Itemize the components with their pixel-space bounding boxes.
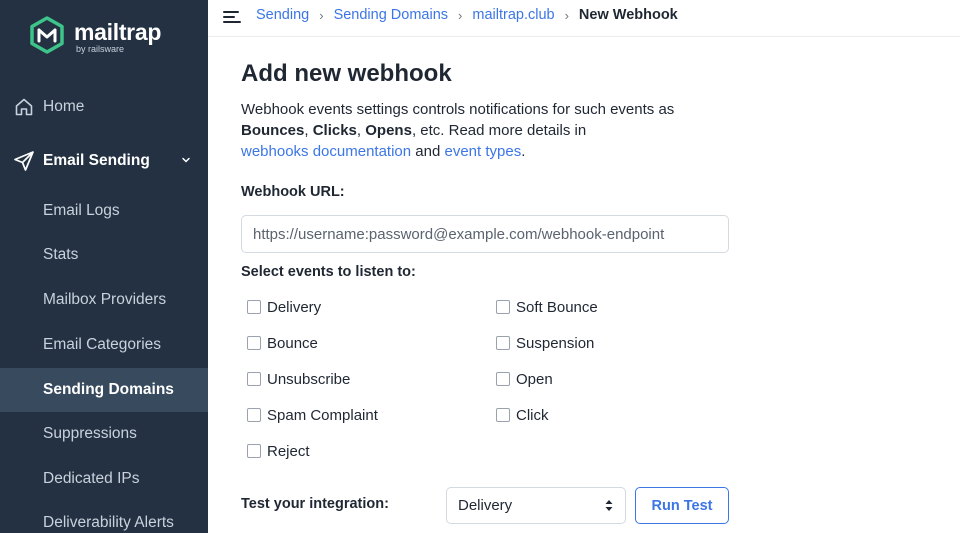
sidebar-item-deliverability-alerts[interactable]: Deliverability Alerts	[0, 501, 208, 533]
event-unsubscribe-checkbox[interactable]: Unsubscribe	[247, 369, 350, 389]
event-spam-complaint-checkbox[interactable]: Spam Complaint	[247, 405, 378, 425]
breadcrumb-sending[interactable]: Sending	[256, 7, 309, 23]
event-delivery-checkbox[interactable]: Delivery	[247, 297, 321, 317]
sidebar-item-suppressions[interactable]: Suppressions	[0, 412, 208, 456]
run-test-button[interactable]: Run Test	[635, 487, 729, 524]
checkbox-label: Delivery	[267, 298, 322, 316]
sidebar-item-home[interactable]: Home	[0, 87, 208, 127]
desc-text: Webhook events settings controls notific…	[241, 101, 675, 118]
checkbox-box[interactable]	[496, 336, 510, 350]
checkbox-box[interactable]	[247, 408, 261, 422]
desc-text: .	[521, 143, 526, 160]
checkbox-box[interactable]	[247, 336, 261, 350]
desc-text: ,	[356, 122, 366, 139]
desc-opens: Opens	[365, 122, 412, 139]
event-soft-bounce-checkbox[interactable]: Soft Bounce	[496, 297, 598, 317]
checkbox-box[interactable]	[496, 372, 510, 386]
chevron-down-icon[interactable]	[180, 153, 192, 171]
test-integration-label: Test your integration:	[241, 496, 389, 512]
checkbox-label: Soft Bounce	[516, 298, 598, 316]
checkbox-label: Click	[516, 406, 549, 424]
sidebar-item-stats[interactable]: Stats	[0, 233, 208, 277]
desc-text: , etc. Read more details in	[411, 122, 587, 139]
breadcrumb-separator: ›	[564, 7, 569, 23]
checkbox-label: Open	[516, 370, 553, 388]
desc-text: ,	[304, 122, 313, 139]
event-suspension-checkbox[interactable]: Suspension	[496, 333, 594, 353]
event-bounce-checkbox[interactable]: Bounce	[247, 333, 318, 353]
checkbox-box[interactable]	[496, 408, 510, 422]
checkbox-box[interactable]	[247, 444, 261, 458]
sidebar-item-mailbox-providers[interactable]: Mailbox Providers	[0, 278, 208, 322]
event-reject-checkbox[interactable]: Reject	[247, 441, 310, 461]
checkbox-label: Reject	[267, 442, 310, 460]
select-arrows-icon	[604, 498, 614, 517]
sidebar-item-email-logs[interactable]: Email Logs	[0, 189, 208, 233]
desc-clicks: Clicks	[312, 122, 357, 139]
breadcrumb-current: New Webhook	[578, 7, 678, 23]
logo[interactable]: mailtrap by railsware	[30, 16, 161, 59]
breadcrumb: Sending › Sending Domains › mailtrap.clu…	[256, 7, 678, 23]
checkbox-box[interactable]	[247, 372, 261, 386]
webhook-url-input[interactable]	[241, 215, 729, 253]
webhooks-documentation-link[interactable]: webhooks documentation	[241, 143, 411, 160]
checkbox-label: Unsubscribe	[267, 370, 351, 388]
send-icon	[13, 150, 35, 172]
sidebar-item-dedicated-ips[interactable]: Dedicated IPs	[0, 457, 208, 501]
checkbox-label: Spam Complaint	[267, 406, 378, 424]
checkbox-label: Suspension	[516, 334, 595, 352]
sidebar-item-email-sending[interactable]: Email Sending	[0, 141, 208, 181]
event-open-checkbox[interactable]: Open	[496, 369, 553, 389]
checkbox-box[interactable]	[247, 300, 261, 314]
sidebar-item-label: Email Sending	[43, 152, 150, 169]
home-icon	[13, 96, 35, 118]
breadcrumb-sending-domains[interactable]: Sending Domains	[334, 7, 448, 23]
logo-name: mailtrap	[74, 19, 162, 45]
breadcrumb-domain[interactable]: mailtrap.club	[472, 7, 554, 23]
sidebar: mailtrap by railsware Home Email Sending…	[0, 0, 208, 533]
breadcrumb-separator: ›	[458, 7, 463, 23]
event-types-link[interactable]: event types	[445, 143, 522, 160]
desc-text: and	[411, 143, 445, 160]
checkbox-label: Bounce	[267, 334, 318, 352]
events-label: Select events to listen to:	[241, 264, 416, 280]
test-event-select[interactable]: Delivery	[446, 487, 626, 524]
page-description: Webhook events settings controls notific…	[241, 99, 731, 162]
sidebar-item-label: Home	[43, 98, 85, 115]
breadcrumb-separator: ›	[319, 7, 324, 23]
top-bar: Sending › Sending Domains › mailtrap.clu…	[208, 0, 960, 37]
logo-sub: by railsware	[76, 44, 125, 54]
checkbox-box[interactable]	[496, 300, 510, 314]
select-value: Delivery	[458, 497, 513, 514]
event-click-checkbox[interactable]: Click	[496, 405, 549, 425]
desc-bounces: Bounces	[241, 122, 305, 139]
sidebar-item-sending-domains[interactable]: Sending Domains	[0, 368, 208, 412]
mailtrap-logo-icon	[30, 16, 64, 59]
webhook-url-label: Webhook URL:	[241, 184, 345, 200]
menu-toggle-icon[interactable]	[223, 9, 241, 30]
sidebar-item-email-categories[interactable]: Email Categories	[0, 323, 208, 367]
page-title: Add new webhook	[241, 60, 452, 87]
